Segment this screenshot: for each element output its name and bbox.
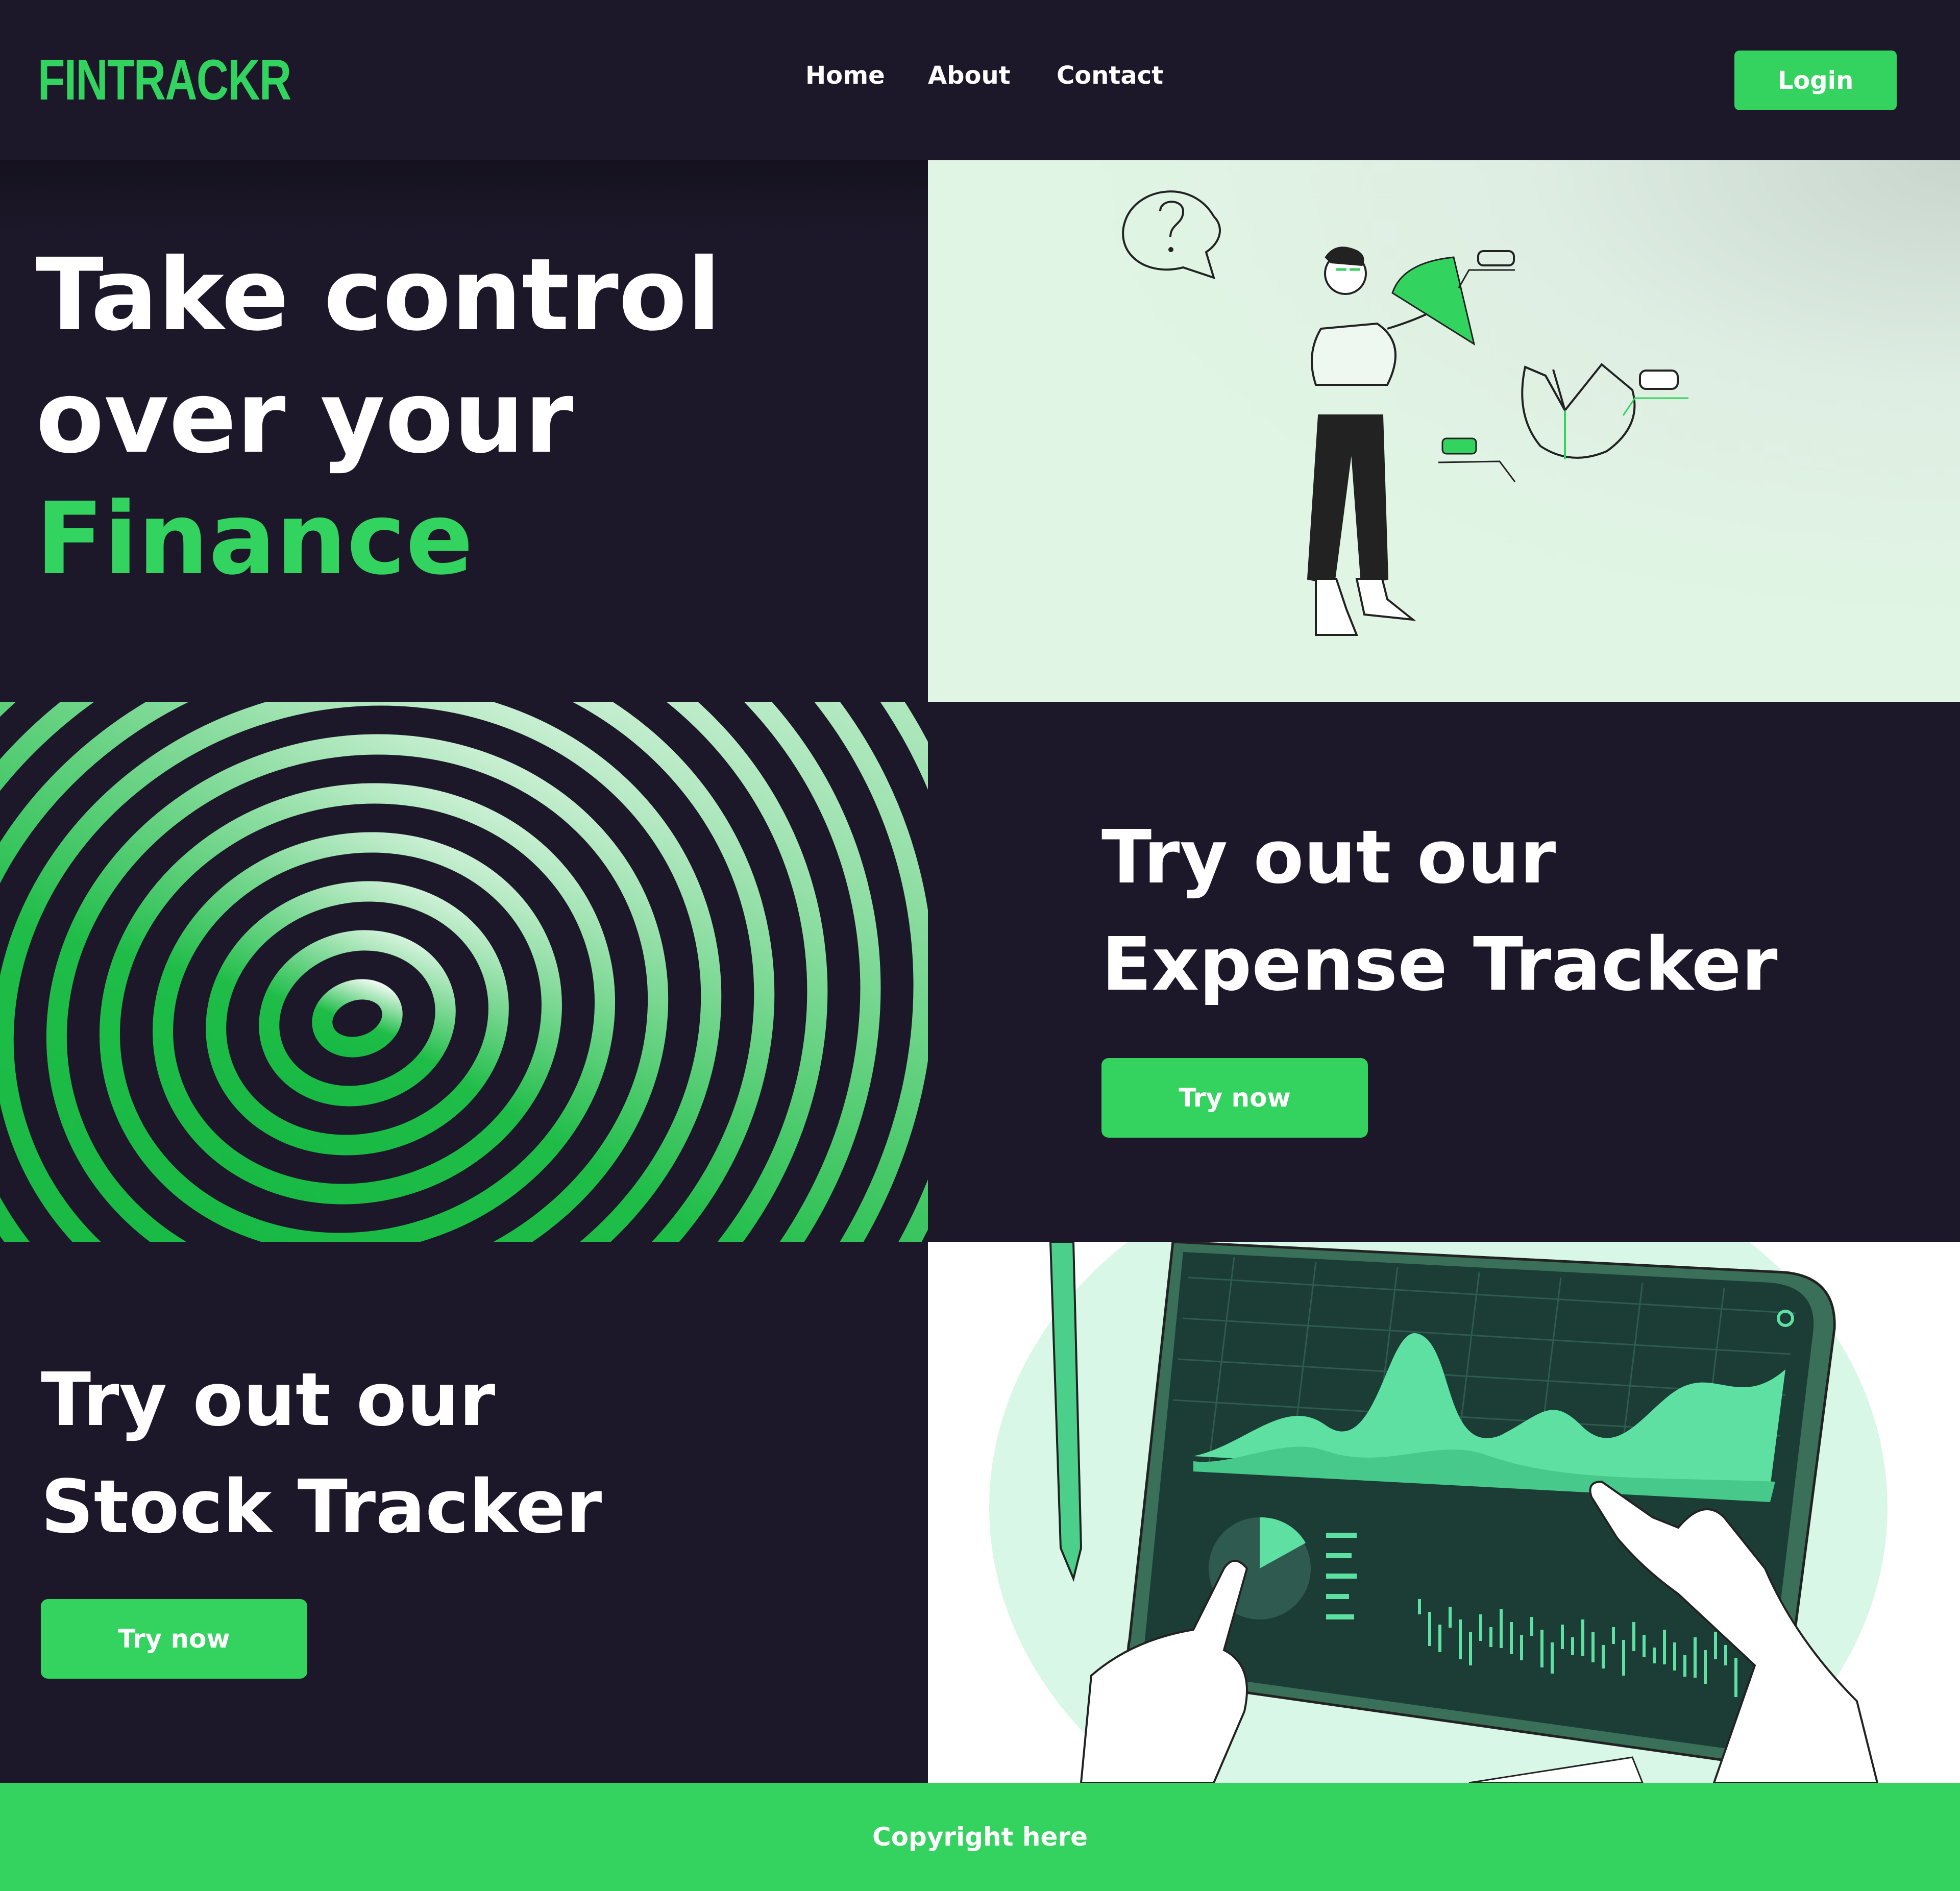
- nav-link-home[interactable]: Home: [805, 61, 885, 90]
- decorative-candle: [1520, 1635, 1523, 1660]
- decorative-candle: [1724, 1645, 1727, 1665]
- decorative-candle: [1530, 1617, 1533, 1636]
- stock-title-line-1: Try out our: [41, 1357, 496, 1442]
- expense-title-line-1: Try out our: [1101, 814, 1556, 900]
- decorative-candle: [1418, 1599, 1421, 1614]
- decorative-candle: [1479, 1614, 1482, 1641]
- decorative-candle: [1612, 1627, 1615, 1644]
- decorative-candle: [1602, 1645, 1605, 1668]
- hero-title-line-2: over your: [36, 359, 574, 475]
- brand-logo[interactable]: FINTRACKR: [38, 47, 291, 113]
- nav-link-about[interactable]: About: [928, 61, 1011, 90]
- hero-title-highlight: Finance: [36, 481, 474, 597]
- decorative-candle: [1694, 1637, 1697, 1678]
- hero-section: Take control over your Finance: [0, 160, 928, 702]
- decorative-candle: [1510, 1622, 1513, 1654]
- decorative-candle: [1591, 1632, 1595, 1662]
- top-navigation-bar: FINTRACKR Home About Contact Login: [0, 0, 1960, 160]
- question-mark-icon: [1122, 190, 1221, 280]
- hero-illustration: [928, 160, 1960, 702]
- decorative-candle: [1428, 1612, 1431, 1646]
- decorative-candle: [1459, 1619, 1462, 1659]
- login-button[interactable]: Login: [1734, 51, 1897, 110]
- nav-link-contact[interactable]: Contact: [1057, 61, 1163, 90]
- decorative-candle: [1734, 1658, 1737, 1697]
- decorative-candle: [1489, 1627, 1492, 1647]
- decorative-candle: [1581, 1619, 1584, 1656]
- footer: Copyright here: [0, 1783, 1960, 1891]
- fingerprint-rings-artwork: [0, 702, 928, 1242]
- decorative-candle: [1643, 1635, 1646, 1657]
- try-expense-tracker-button[interactable]: Try now: [1101, 1058, 1368, 1138]
- decorative-candle: [1449, 1607, 1452, 1628]
- stock-tracker-section: Try out our Stock Tracker Try now: [0, 1242, 928, 1783]
- decorative-candle: [1663, 1630, 1666, 1664]
- decorative-ring: [206, 881, 509, 1156]
- decorative-candle: [1551, 1642, 1554, 1674]
- decorative-candle: [1683, 1655, 1686, 1677]
- decorative-candle: [1571, 1637, 1574, 1655]
- decorative-candle: [1561, 1625, 1564, 1649]
- stock-title-highlight: Stock Tracker: [41, 1464, 602, 1550]
- decorative-ring: [259, 930, 456, 1107]
- decorative-candle: [1653, 1648, 1656, 1663]
- hero-title-line-1: Take control: [36, 237, 721, 353]
- expense-title-highlight: Expense Tracker: [1101, 921, 1778, 1007]
- try-stock-tracker-button[interactable]: Try now: [41, 1599, 307, 1679]
- decorative-candle: [1438, 1625, 1441, 1652]
- decorative-candle: [1704, 1650, 1707, 1684]
- decorative-candle: [1632, 1622, 1635, 1651]
- decorative-candle: [1469, 1632, 1472, 1665]
- expense-tracker-section: Try out our Expense Tracker Try now: [928, 702, 1960, 1242]
- decorative-candle: [1540, 1630, 1544, 1667]
- decorative-candle: [1500, 1609, 1503, 1648]
- copyright-text: Copyright here: [872, 1822, 1088, 1852]
- decorative-candle: [1714, 1632, 1717, 1659]
- decorative-candle: [1622, 1640, 1625, 1676]
- stock-tablet-illustration: [928, 1242, 1960, 1783]
- decorative-ring: [312, 979, 403, 1058]
- decorative-candle: [1673, 1642, 1676, 1671]
